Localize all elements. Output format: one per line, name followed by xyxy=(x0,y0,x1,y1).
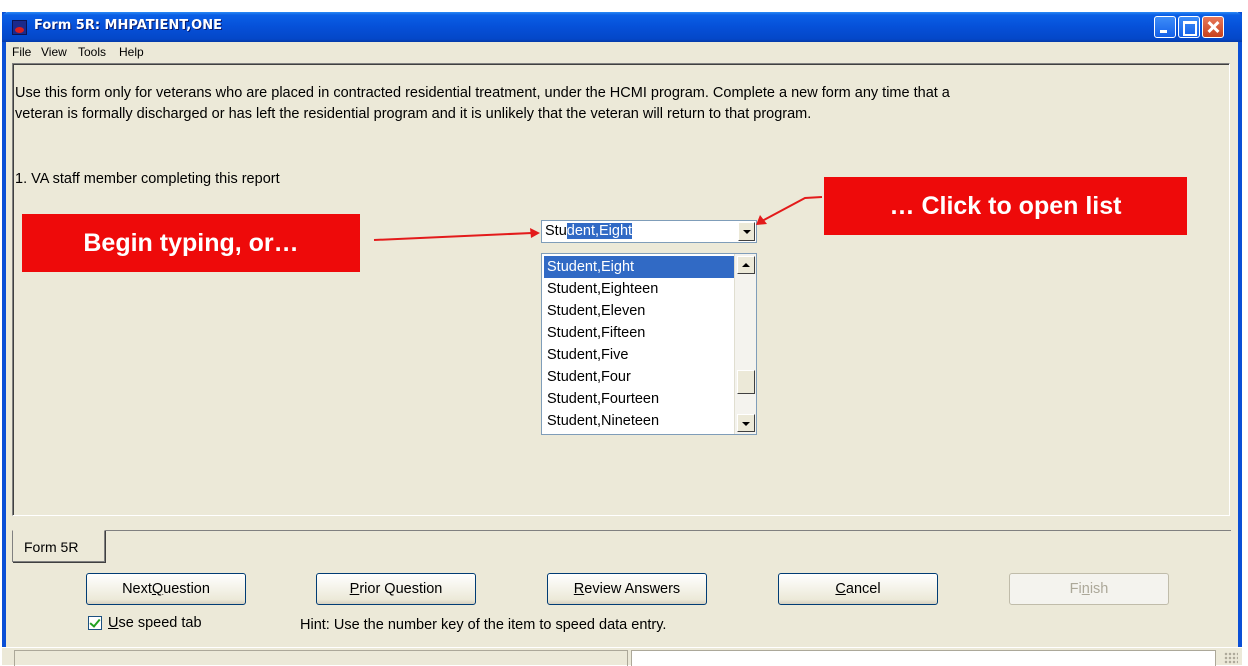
combo-text[interactable]: Student,Eight xyxy=(545,223,633,239)
status-bar xyxy=(2,647,1242,666)
menu-help[interactable]: Help xyxy=(119,45,144,59)
list-item[interactable]: Student,Five xyxy=(544,344,734,366)
list-item[interactable]: Student,Fourteen xyxy=(544,388,734,410)
scroll-down-button[interactable] xyxy=(737,414,755,432)
list-item[interactable]: Student,Eighteen xyxy=(544,278,734,300)
btn-text: ish xyxy=(1089,581,1109,597)
hint-text: Hint: Use the number key of the item to … xyxy=(300,617,667,633)
speed-tab-accel: U xyxy=(108,615,119,631)
question-label: 1. VA staff member completing this repor… xyxy=(15,171,280,187)
combo-autocomplete-text: dent,Eight xyxy=(566,223,633,239)
tab-form-5r[interactable]: Form 5R xyxy=(12,530,105,562)
form-content-panel: Use this form only for veterans who are … xyxy=(12,63,1230,516)
window-title: Form 5R: MHPATIENT,ONE xyxy=(34,18,222,33)
chevron-down-icon xyxy=(743,230,751,234)
minimize-button[interactable] xyxy=(1154,16,1176,38)
menu-bar: File View Tools Help xyxy=(6,42,1238,62)
callout-begin-typing: Begin typing, or… xyxy=(22,214,360,272)
list-item[interactable]: Student,Fifteen xyxy=(544,322,734,344)
next-question-button[interactable]: Next Question xyxy=(86,573,246,605)
btn-accel: Q xyxy=(151,581,164,597)
btn-text: uestion xyxy=(163,581,210,597)
btn-text: Next xyxy=(122,581,152,597)
scroll-up-button[interactable] xyxy=(737,256,755,274)
tab-label: Form 5R xyxy=(24,539,79,555)
btn-text: eview Answers xyxy=(584,581,681,597)
instructions-line-1: Use this form only for veterans who are … xyxy=(15,85,950,101)
tab-strip-line xyxy=(105,530,1231,531)
btn-text: ancel xyxy=(845,581,881,597)
form-instructions: Use this form only for veterans who are … xyxy=(15,83,1225,125)
cancel-button[interactable]: Cancel xyxy=(778,573,938,605)
callout-open-list: … Click to open list xyxy=(824,177,1187,235)
close-button[interactable] xyxy=(1202,16,1224,38)
btn-accel: P xyxy=(349,581,360,597)
list-scrollbar[interactable] xyxy=(734,254,756,434)
finish-button[interactable]: Fi n ish xyxy=(1009,573,1169,605)
use-speed-tab-option[interactable]: Use speed tab xyxy=(88,615,202,631)
instructions-line-2: veteran is formally discharged or has le… xyxy=(15,106,812,122)
menu-tools[interactable]: Tools xyxy=(78,45,106,59)
prior-question-button[interactable]: Prior Question xyxy=(316,573,476,605)
maximize-button[interactable] xyxy=(1178,16,1200,38)
btn-accel: n xyxy=(1081,581,1090,597)
list-item[interactable]: Student,Four xyxy=(544,366,734,388)
title-bar[interactable]: Form 5R: MHPATIENT,ONE xyxy=(2,12,1242,42)
app-icon[interactable] xyxy=(12,20,27,35)
chevron-down-icon xyxy=(742,422,750,426)
list-item[interactable]: Student,Eleven xyxy=(544,300,734,322)
chevron-up-icon xyxy=(742,263,750,267)
status-panel-right xyxy=(631,650,1216,666)
menu-file[interactable]: File xyxy=(12,45,31,59)
resize-grip-icon[interactable] xyxy=(1224,652,1238,664)
speed-tab-text: se speed tab xyxy=(118,615,202,631)
status-panel-left xyxy=(14,650,628,666)
staff-member-list[interactable]: Student,Eight Student,Eighteen Student,E… xyxy=(541,253,757,435)
use-speed-tab-label: Use speed tab xyxy=(108,615,202,631)
combo-dropdown-button[interactable] xyxy=(738,222,755,241)
btn-text: Fi xyxy=(1069,581,1082,597)
menu-view[interactable]: View xyxy=(41,45,67,59)
btn-accel: C xyxy=(835,581,846,597)
scroll-thumb[interactable] xyxy=(737,370,755,394)
review-answers-button[interactable]: Review Answers xyxy=(547,573,707,605)
btn-text: rior Question xyxy=(359,581,443,597)
combo-typed-text: Stu xyxy=(545,223,567,239)
staff-member-combobox[interactable]: Student,Eight xyxy=(541,220,757,243)
btn-accel: R xyxy=(573,581,585,597)
list-item[interactable]: Student,Eight xyxy=(544,256,734,278)
list-item[interactable]: Student,Nineteen xyxy=(544,410,734,432)
use-speed-tab-checkbox[interactable] xyxy=(88,616,102,630)
